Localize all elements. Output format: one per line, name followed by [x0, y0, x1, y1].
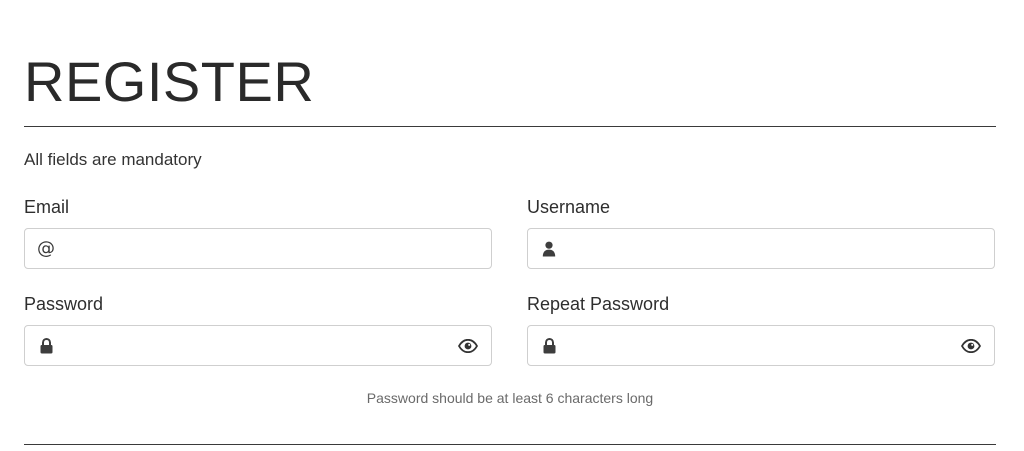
page-title: REGISTER — [24, 50, 315, 113]
repeat-password-field[interactable] — [527, 325, 995, 366]
lock-icon — [38, 337, 54, 355]
password-hint: Password should be at least 6 characters… — [366, 390, 654, 406]
repeat-password-input[interactable] — [568, 326, 954, 365]
username-label: Username — [527, 197, 611, 217]
mandatory-note: All fields are mandatory — [24, 150, 202, 169]
password-input[interactable] — [65, 326, 451, 365]
lock-icon — [541, 337, 557, 355]
lock-icon-svg — [543, 337, 555, 353]
at-sign-glyph: @ — [37, 237, 55, 259]
at-sign-icon: @ — [37, 237, 55, 259]
user-icon — [541, 240, 557, 258]
email-input[interactable] — [65, 229, 451, 268]
user-icon-svg — [542, 241, 556, 256]
username-field[interactable] — [527, 228, 995, 269]
eye-icon-svg — [961, 338, 981, 353]
eye-icon[interactable] — [960, 338, 982, 354]
repeat-password-label: Repeat Password — [527, 294, 670, 314]
lock-icon-svg — [40, 337, 52, 353]
eye-icon-svg — [458, 338, 478, 353]
password-label: Password — [24, 294, 104, 314]
email-label: Email — [24, 197, 70, 217]
bottom-divider — [24, 444, 996, 445]
email-field[interactable]: @ — [24, 228, 492, 269]
eye-icon[interactable] — [457, 338, 479, 354]
password-field[interactable] — [24, 325, 492, 366]
title-divider — [24, 126, 996, 127]
username-input[interactable] — [568, 229, 954, 268]
